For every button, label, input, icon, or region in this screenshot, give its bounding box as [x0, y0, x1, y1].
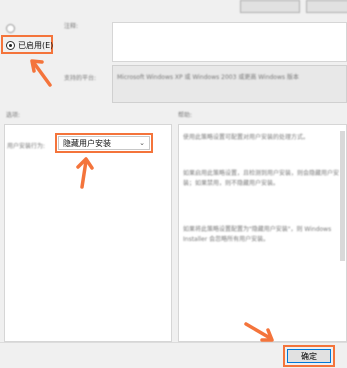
install-behavior-dropdown[interactable]: 隐藏用户安装 ⌄ [58, 136, 150, 150]
supported-on-label: 支持的平台: [64, 75, 97, 82]
radio-enabled-label: 已启用(E) [18, 41, 54, 50]
radio-selected-icon [6, 41, 15, 50]
pointer-arrow-icon [72, 155, 96, 189]
chevron-down-icon: ⌄ [139, 139, 145, 147]
radio-enabled[interactable]: 已启用(E) [6, 40, 53, 51]
help-scrollbar[interactable] [340, 131, 345, 261]
options-row-label: 用户安装行为: [7, 143, 46, 150]
help-paragraph: 如果将此策略设置配置为"隐藏用户安装"，则 Windows Installer … [183, 226, 332, 243]
footer-divider [0, 342, 347, 343]
help-paragraph: 使用此策略设置可配置对用户安装的处理方式。 [183, 134, 310, 141]
supported-on-value: Microsoft Windows XP 或 Windows 2003 或更高 … [117, 74, 299, 81]
comment-label: 注释: [64, 23, 79, 30]
help-label: 帮助: [178, 112, 193, 119]
help-paragraph: 如果启用此策略设置，且检测到用户安装，则会隐藏用户安装；如果禁用，则不隐藏用户安… [183, 170, 340, 187]
dropdown-selected-value: 隐藏用户安装 [63, 138, 111, 148]
ok-button[interactable]: 确定 [287, 349, 331, 363]
radio-circle-icon [6, 24, 15, 33]
help-panel: 使用此策略设置可配置对用户安装的处理方式。 如果启用此策略设置，且检测到用户安装… [178, 124, 347, 342]
comment-textbox[interactable] [112, 22, 347, 62]
pointer-arrow-icon [244, 320, 278, 346]
options-label: 选项: [6, 112, 21, 119]
supported-on-box: Microsoft Windows XP 或 Windows 2003 或更高 … [112, 65, 347, 103]
radio-not-configured[interactable] [6, 24, 19, 33]
ok-button-label: 确定 [301, 351, 317, 361]
top-previous-button[interactable] [240, 0, 300, 13]
pointer-arrow-icon [28, 55, 54, 87]
top-next-button[interactable] [306, 0, 347, 13]
